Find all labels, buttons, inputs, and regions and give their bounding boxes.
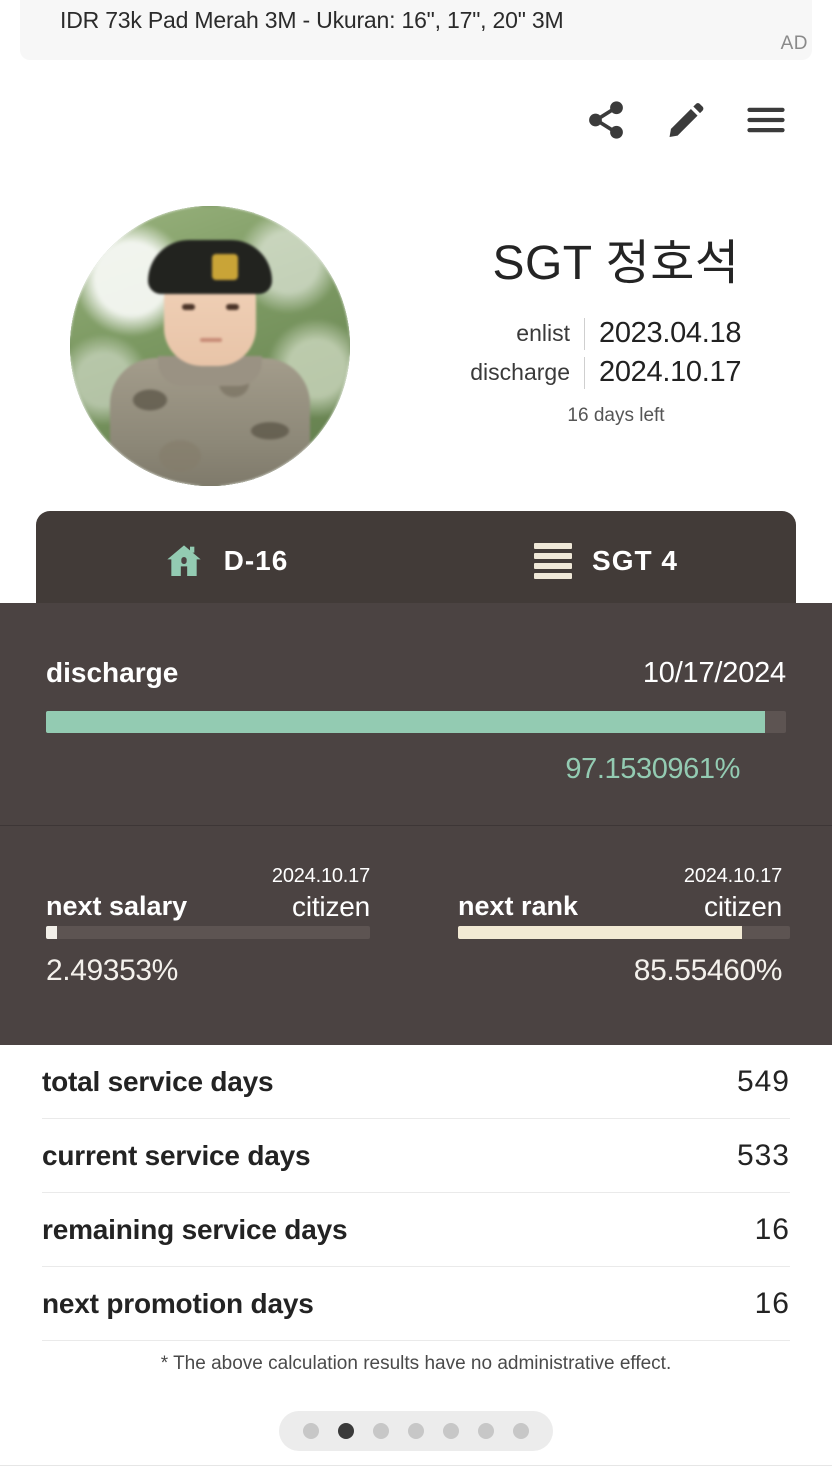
next-salary-meta: 2024.10.17 citizen [272,864,370,924]
next-rank-label: next rank [458,891,579,921]
ad-banner[interactable]: IDR 73k Pad Merah 3M - Ukuran: 16", 17",… [20,0,812,60]
next-salary-fill [46,926,58,939]
next-salary-date: 2024.10.17 [271,865,370,887]
next-rank-status: citizen [704,891,782,922]
discharge-percent: 97.1530961% [565,753,740,785]
tab-dday-label: D-16 [223,545,289,576]
ad-text: IDR 73k Pad Merah 3M - Ukuran: 16", 17",… [60,7,564,33]
metrics-row: next salary 2024.10.17 citizen 2.49353% … [0,826,832,1045]
pagination-dot[interactable] [443,1423,459,1439]
next-rank-meta: 2024.10.17 citizen [684,864,782,924]
avatar-blur-overlay [70,206,350,486]
enlist-row: enlist 2023.04.18 [466,317,766,350]
discharge-progress-card: discharge 10/17/2024 97.1530961% [0,603,832,826]
discharge-progress-fill [46,711,765,733]
next-salary-track [46,926,370,939]
share-icon[interactable] [582,96,630,144]
pagination-dot[interactable] [338,1423,354,1439]
tab-bar: D-16 SGT 4 [36,511,796,611]
next-salary-header: next salary 2024.10.17 citizen [46,864,370,924]
tab-dday[interactable]: D-16 [36,541,416,581]
stat-value: 16 [754,1212,790,1246]
stat-label: next promotion days [42,1287,314,1319]
discharge-row: discharge 2024.10.17 [466,356,766,389]
home-icon [164,541,204,581]
discharge-progress-track [46,711,786,733]
pagination-dot[interactable] [373,1423,389,1439]
footnote: * The above calculation results have no … [160,1353,672,1374]
progress-panel: discharge 10/17/2024 97.1530961% next sa… [0,603,832,1045]
discharge-card-label: discharge [46,657,179,688]
next-salary-label: next salary [46,891,188,921]
stat-value: 549 [736,1064,790,1098]
tab-rank-label: SGT 4 [592,545,678,576]
stat-label: current service days [42,1139,311,1171]
next-rank-fill [458,926,743,939]
next-salary-percent: 2.49353% [46,954,178,987]
rank-stripes-icon [534,543,573,579]
stat-label: total service days [42,1065,274,1097]
enlist-date: 2023.04.18 [599,317,742,350]
service-stats-list: total service days 549 current service d… [0,1045,832,1375]
page-title: SGT 정호석 [492,237,740,290]
next-rank-header: next rank 2024.10.17 citizen [458,864,782,924]
stat-value: 16 [754,1286,790,1320]
pagination-dot[interactable] [478,1423,494,1439]
next-salary-status: citizen [292,891,370,922]
discharge-card-header: discharge 10/17/2024 [46,657,786,690]
table-row: remaining service days 16 [42,1193,790,1267]
table-row: total service days 549 [42,1045,790,1119]
stat-label: remaining service days [42,1213,348,1245]
discharge-card-date: 10/17/2024 [642,657,786,689]
table-row: next promotion days 16 [42,1267,790,1341]
tab-rank[interactable]: SGT 4 [416,543,796,579]
enlist-label: enlist [516,320,570,347]
pagination-dots[interactable] [279,1411,553,1451]
menu-icon[interactable] [742,96,790,144]
pagination-dot[interactable] [408,1423,424,1439]
pagination-dot[interactable] [513,1423,529,1439]
avatar [70,206,350,486]
stat-value: 533 [736,1138,790,1172]
bottom-divider [0,1465,832,1466]
pagination-dot[interactable] [303,1423,319,1439]
discharge-label: discharge [470,359,570,386]
days-left-text: 16 days left [567,405,665,427]
next-rank-percent: 85.55460% [633,954,783,987]
discharge-date: 2024.10.17 [599,356,742,389]
next-rank-track [458,926,790,939]
profile-info: SGT 정호석 enlist 2023.04.18 discharge 2024… [430,236,802,427]
enlist-discharge-dates: enlist 2023.04.18 discharge 2024.10.17 [430,317,802,389]
app-screen: IDR 73k Pad Merah 3M - Ukuran: 16", 17",… [0,0,832,1476]
metric-next-salary: next salary 2024.10.17 citizen 2.49353% [0,826,416,1045]
next-rank-date: 2024.10.17 [683,865,782,887]
edit-icon[interactable] [662,96,710,144]
table-row: current service days 533 [42,1119,790,1193]
metric-next-rank: next rank 2024.10.17 citizen 85.55460% [416,826,832,1045]
ad-label: AD [780,33,808,54]
header-icon-bar [582,96,790,144]
